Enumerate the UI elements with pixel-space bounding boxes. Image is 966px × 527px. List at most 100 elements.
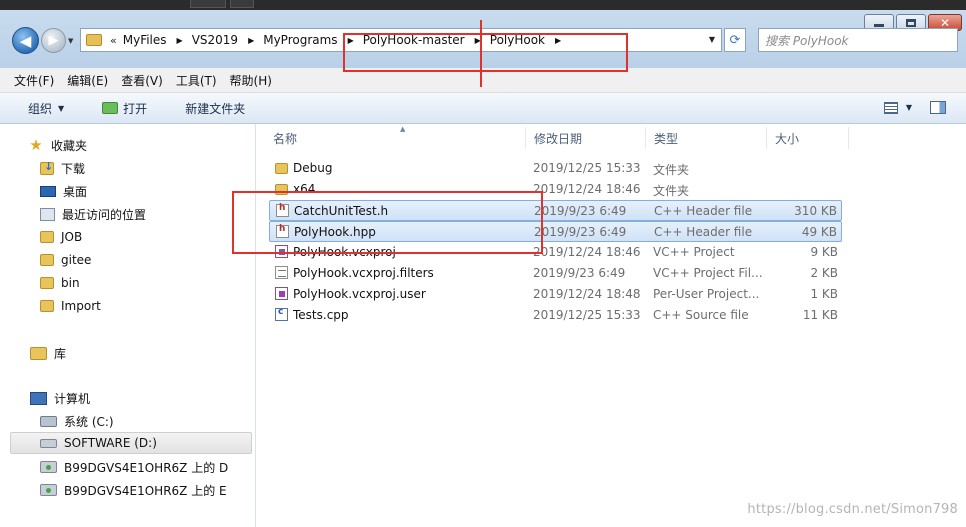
chevron-down-icon[interactable]: ▼ bbox=[709, 35, 715, 44]
forward-arrow-icon: ▶ bbox=[48, 33, 59, 48]
nav-label: gitee bbox=[61, 253, 92, 267]
nav-bin[interactable]: bin bbox=[40, 272, 293, 294]
file-size: 1 KB bbox=[810, 287, 838, 301]
column-label: 大小 bbox=[775, 131, 800, 146]
view-controls: ▼ bbox=[883, 101, 946, 114]
file-row[interactable]: Debug 2019/12/25 15:33 文件夹 bbox=[269, 158, 842, 179]
system-drive-icon bbox=[40, 415, 57, 427]
file-date: 2019/12/25 15:33 bbox=[533, 308, 641, 322]
annotation-line bbox=[480, 20, 482, 87]
file-row[interactable]: PolyHook.vcxproj.filters 2019/9/23 6:49 … bbox=[269, 263, 842, 284]
file-size: 2 KB bbox=[810, 266, 838, 280]
user-file-icon bbox=[275, 287, 288, 300]
folder-icon bbox=[40, 254, 54, 266]
back-arrow-icon: ◀ bbox=[19, 31, 32, 50]
open-button[interactable]: 打开 bbox=[102, 100, 147, 117]
file-name: PolyHook.vcxproj.filters bbox=[293, 266, 434, 280]
chevron-right-icon[interactable]: ▶ bbox=[177, 36, 183, 45]
star-icon: ★ bbox=[29, 136, 43, 154]
back-button[interactable]: ◀ bbox=[12, 27, 39, 54]
menu-edit[interactable]: 编辑(E) bbox=[67, 72, 108, 89]
nav-label: JOB bbox=[61, 230, 83, 244]
nav-label: 桌面 bbox=[63, 184, 88, 199]
navigation-pane: ★收藏夹 下载 桌面 最近访问的位置 JOB gitee bin Import … bbox=[0, 124, 256, 527]
nav-label: B99DGVS4E1OHR6Z 上的 E bbox=[64, 483, 227, 498]
nav-label: 下载 bbox=[61, 161, 86, 176]
taskbar-control bbox=[230, 0, 254, 8]
nav-label: 库 bbox=[54, 346, 67, 361]
refresh-icon: ⟳ bbox=[729, 32, 741, 48]
folder-icon bbox=[40, 231, 54, 243]
new-folder-button[interactable]: 新建文件夹 bbox=[185, 100, 245, 117]
file-type: C++ Source file bbox=[653, 308, 749, 322]
forward-button[interactable]: ▶ bbox=[41, 28, 66, 53]
nav-import[interactable]: Import bbox=[40, 295, 293, 317]
top-strip bbox=[0, 0, 966, 10]
nav-downloads[interactable]: 下载 bbox=[40, 157, 293, 179]
file-size: 11 KB bbox=[802, 308, 838, 322]
breadcrumb-item[interactable]: MyPrograms bbox=[263, 33, 337, 47]
file-name: PolyHook.vcxproj.user bbox=[293, 287, 426, 301]
column-size[interactable]: 大小 bbox=[767, 127, 849, 149]
breadcrumb-item[interactable]: MyFiles bbox=[123, 33, 167, 47]
file-name: Debug bbox=[293, 161, 333, 175]
minimize-icon bbox=[874, 23, 884, 27]
menu-tools[interactable]: 工具(T) bbox=[176, 72, 217, 89]
filters-file-icon bbox=[275, 266, 288, 279]
column-label: 类型 bbox=[654, 131, 679, 146]
chevron-right-icon[interactable]: ▶ bbox=[248, 36, 254, 45]
folder-icon bbox=[275, 163, 288, 174]
nav-libraries[interactable]: 库 bbox=[30, 342, 283, 364]
file-date: 2019/12/24 18:48 bbox=[533, 287, 641, 301]
column-type[interactable]: 类型 bbox=[646, 127, 767, 149]
computer-icon bbox=[30, 391, 47, 405]
breadcrumb-overflow[interactable]: « bbox=[110, 34, 117, 47]
nav-label: 收藏夹 bbox=[51, 138, 88, 153]
nav-drive-d[interactable]: SOFTWARE (D:) bbox=[10, 432, 252, 454]
column-name[interactable]: 名称 ▲ bbox=[265, 125, 526, 149]
nav-favorites[interactable]: ★ 收藏夹 bbox=[28, 134, 281, 156]
file-date: 2019/12/25 15:33 bbox=[533, 161, 641, 175]
file-type: C++ Header file bbox=[654, 204, 753, 218]
file-type: Per-User Project... bbox=[653, 287, 760, 301]
menu-view[interactable]: 查看(V) bbox=[121, 72, 163, 89]
column-label: 名称 bbox=[273, 131, 298, 146]
search-input[interactable]: 搜索 PolyHook bbox=[758, 28, 958, 52]
sort-ascending-icon: ▲ bbox=[400, 125, 406, 133]
breadcrumb-item[interactable]: VS2019 bbox=[192, 33, 238, 47]
nav-computer[interactable]: 计算机 bbox=[30, 387, 283, 409]
column-headers: 名称 ▲ 修改日期 类型 大小 bbox=[257, 125, 966, 149]
nav-network-drive-e[interactable]: B99DGVS4E1OHR6Z 上的 E bbox=[40, 479, 293, 501]
nav-network-drive-d[interactable]: B99DGVS4E1OHR6Z 上的 D bbox=[40, 456, 293, 478]
source-file-icon bbox=[275, 307, 288, 321]
file-list: 名称 ▲ 修改日期 类型 大小 Debug 2019/12/25 15:33 文… bbox=[257, 124, 966, 527]
file-date: 2019/9/23 6:49 bbox=[534, 225, 627, 239]
file-date: 2019/9/23 6:49 bbox=[533, 266, 626, 280]
details-view-icon bbox=[883, 101, 898, 114]
command-bar: 组织 ▼ 打开 新建文件夹 ▼ bbox=[0, 93, 966, 124]
file-name: Tests.cpp bbox=[293, 308, 349, 322]
network-drive-icon bbox=[40, 461, 57, 473]
maximize-icon bbox=[906, 18, 916, 27]
open-icon bbox=[102, 102, 119, 114]
column-date[interactable]: 修改日期 bbox=[526, 127, 646, 149]
file-row[interactable]: PolyHook.vcxproj.user 2019/12/24 18:48 P… bbox=[269, 284, 842, 305]
file-type: 文件夹 bbox=[653, 184, 690, 198]
menu-file[interactable]: 文件(F) bbox=[14, 72, 54, 89]
recent-pages-dropdown[interactable]: ▼ bbox=[68, 37, 73, 45]
annotation-box-files bbox=[232, 191, 543, 254]
nav-label: 系统 (C:) bbox=[64, 414, 114, 429]
chevron-down-icon: ▼ bbox=[58, 103, 65, 113]
annotation-box-address bbox=[343, 33, 628, 72]
desktop-icon bbox=[40, 185, 56, 197]
file-row[interactable]: Tests.cpp 2019/12/25 15:33 C++ Source fi… bbox=[269, 305, 842, 326]
change-view-button[interactable]: ▼ bbox=[883, 101, 912, 114]
organize-button[interactable]: 组织 ▼ bbox=[28, 100, 64, 117]
preview-pane-icon[interactable] bbox=[930, 101, 946, 114]
menu-help[interactable]: 帮助(H) bbox=[230, 72, 272, 89]
column-label: 修改日期 bbox=[534, 131, 583, 146]
nav-drive-c[interactable]: 系统 (C:) bbox=[40, 410, 293, 432]
refresh-button[interactable]: ⟳ bbox=[724, 28, 746, 52]
chevron-down-icon: ▼ bbox=[905, 103, 912, 112]
watermark: https://blog.csdn.net/Simon798 bbox=[747, 502, 958, 517]
